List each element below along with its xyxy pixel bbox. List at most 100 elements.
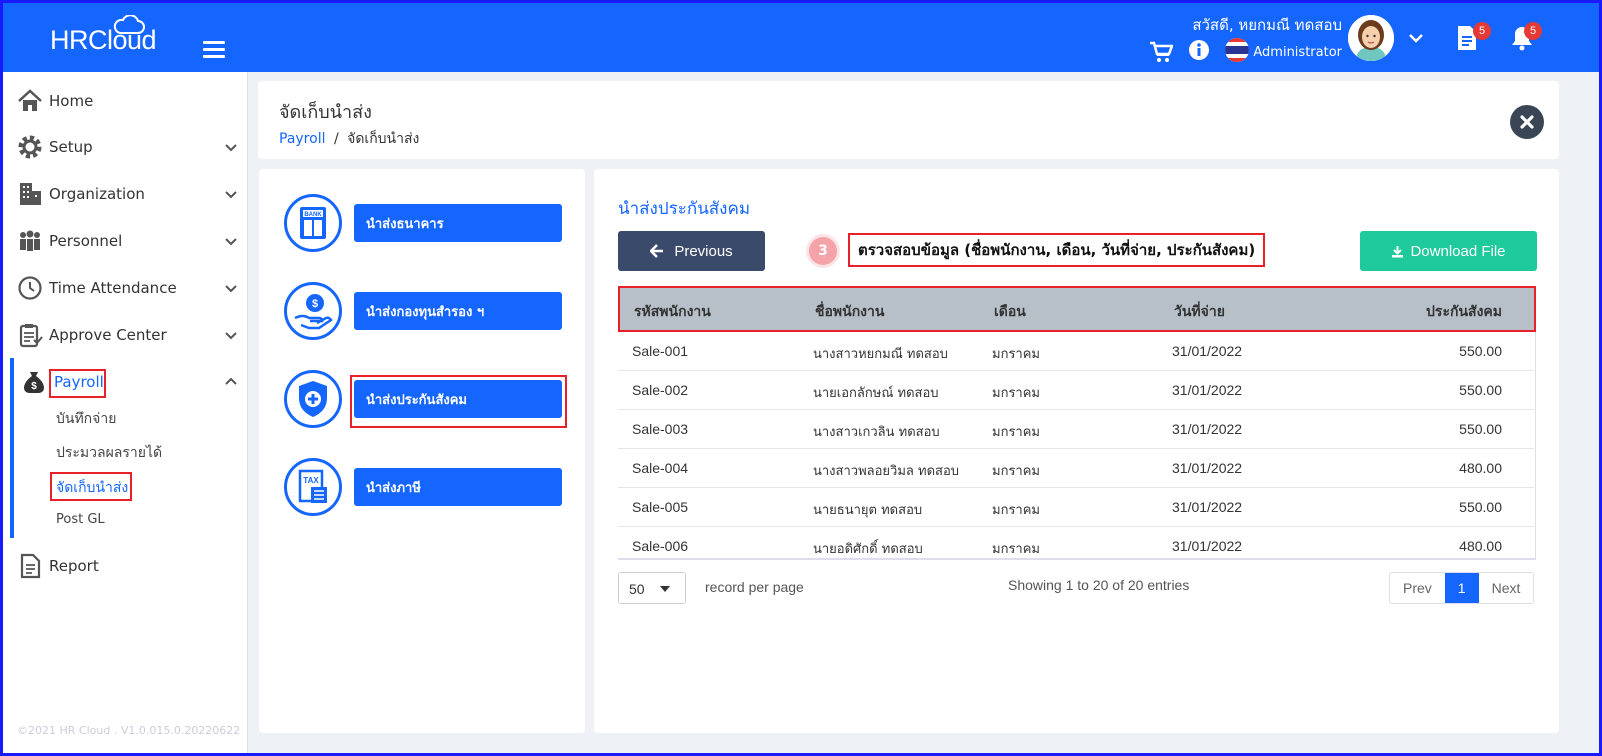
cell-month: มกราคม	[992, 464, 1040, 479]
user-role: Administrator	[1253, 45, 1342, 60]
clipboard-icon	[19, 324, 43, 348]
previous-button[interactable]: Previous	[618, 231, 765, 271]
cart-icon[interactable]	[1149, 41, 1173, 63]
horizontal-scrollbar[interactable]	[618, 558, 1536, 560]
column-header-pay-date[interactable]: วันที่จ่าย	[1174, 301, 1225, 323]
gear-icon	[18, 135, 42, 159]
svg-text:$: $	[31, 381, 37, 392]
sidebar-item-label: Approve Center	[49, 326, 167, 344]
hamburger-menu-icon[interactable]	[203, 41, 225, 59]
people-icon	[20, 230, 40, 251]
chevron-down-icon	[225, 191, 237, 199]
sidebar-item-payroll[interactable]: $ Payroll	[3, 362, 248, 402]
sidebar-item-organization[interactable]: Organization	[3, 174, 248, 214]
social-security-panel: นำส่งประกันสังคม Previous 3 ตรวจสอบข้อมู…	[594, 169, 1559, 733]
column-header-social-security[interactable]: ประกันสังคม	[1426, 301, 1502, 323]
cell-pay-date: 31/01/2022	[1172, 382, 1243, 398]
cell-employee-id: Sale-004	[632, 460, 689, 476]
cell-employee-name: นางสาวพลอยวิมล ทดสอบ	[813, 464, 960, 479]
breadcrumb: Payroll / จัดเก็บนำส่ง	[279, 128, 419, 150]
document-badge: 5	[1473, 22, 1491, 40]
cell-employee-id: Sale-005	[632, 499, 689, 515]
sidebar-item-home[interactable]: Home	[3, 81, 248, 121]
column-header-employee-id[interactable]: รหัสพนักงาน	[634, 301, 711, 323]
tax-submission-button[interactable]: นำส่งภาษี	[354, 468, 562, 506]
pager-next-button[interactable]: Next	[1479, 573, 1534, 603]
sidebar-item-report[interactable]: Report	[3, 546, 248, 586]
sidebar-item-label: Setup	[49, 138, 93, 156]
table-body[interactable]: Sale-001 นางสาวหยกมณี ทดสอบ มกราคม 31/01…	[618, 332, 1536, 559]
top-bar: HRCloud สวัสดี, หยกมณี ทดสอบ Administrat…	[3, 3, 1599, 72]
sidebar-item-time-attendance[interactable]: Time Attendance	[3, 268, 248, 308]
table-row: Sale-001 นางสาวหยกมณี ทดสอบ มกราคม 31/01…	[618, 332, 1534, 371]
step-instruction: ตรวจสอบข้อมูล (ชื่อพนักงาน, เดือน, วันที…	[848, 233, 1266, 267]
table-row: Sale-004 นางสาวพลอยวิมล ทดสอบ มกราคม 31/…	[618, 449, 1534, 488]
sidebar-subitem-post-gl[interactable]: Post GL	[56, 512, 105, 527]
bank-submission-button[interactable]: นำส่งธนาคาร	[354, 204, 562, 242]
table-row: Sale-002 นายเอกลักษณ์ ทดสอบ มกราคม 31/01…	[618, 371, 1534, 410]
svg-text:TAX: TAX	[303, 476, 319, 485]
cell-employee-id: Sale-001	[632, 343, 689, 359]
download-label: Download File	[1410, 242, 1506, 260]
sidebar-item-approve-center[interactable]: Approve Center	[3, 315, 248, 355]
breadcrumb-link-payroll[interactable]: Payroll	[279, 131, 325, 147]
chevron-down-icon	[225, 285, 237, 293]
bell-badge: 5	[1524, 22, 1542, 40]
cell-month: มกราคม	[992, 503, 1040, 518]
provident-fund-submission-button[interactable]: นำส่งกองทุนสำรอง ฯ	[354, 292, 562, 330]
table-row: Sale-003 นางสาวเกวลิน ทดสอบ มกราคม 31/01…	[618, 410, 1534, 449]
highlight-social-security	[350, 375, 567, 428]
menu-row-provident-fund[interactable]: $ นำส่งกองทุนสำรอง ฯ	[284, 282, 564, 342]
cell-month: มกราคม	[992, 425, 1040, 440]
column-header-employee-name[interactable]: ชื่อพนักงาน	[815, 301, 884, 323]
sidebar-item-label: Personnel	[49, 232, 123, 250]
chevron-down-icon	[225, 332, 237, 340]
home-icon	[18, 89, 42, 111]
user-avatar[interactable]	[1348, 15, 1394, 61]
close-icon	[1520, 115, 1534, 129]
cell-month: มกราคม	[992, 386, 1040, 401]
table-header: รหัสพนักงาน ชื่อพนักงาน เดือน วันที่จ่าย…	[618, 286, 1536, 332]
table-row: Sale-006 นายอดิศักดิ์ ทดสอบ มกราคม 31/01…	[618, 527, 1534, 559]
cell-amount: 550.00	[1459, 499, 1502, 515]
thai-flag-icon[interactable]	[1225, 38, 1249, 62]
table-row: Sale-005 นายธนายุต ทดสอบ มกราคม 31/01/20…	[618, 488, 1534, 527]
cell-pay-date: 31/01/2022	[1172, 421, 1243, 437]
sidebar-item-label: Home	[49, 92, 94, 110]
highlight-submission-storage	[50, 472, 132, 501]
cell-amount: 480.00	[1459, 460, 1502, 476]
app-logo[interactable]: HRCloud	[50, 25, 157, 56]
arrow-left-icon	[650, 244, 664, 258]
building-icon	[20, 183, 41, 205]
bank-icon: BANK	[284, 194, 342, 252]
sidebar-item-personnel[interactable]: Personnel	[3, 221, 248, 261]
highlight-payroll	[49, 369, 106, 398]
cell-pay-date: 31/01/2022	[1172, 460, 1243, 476]
cell-amount: 550.00	[1459, 421, 1502, 437]
sidebar-item-setup[interactable]: Setup	[3, 127, 248, 167]
pager-page-1[interactable]: 1	[1444, 573, 1479, 603]
pager-prev-button[interactable]: Prev	[1390, 573, 1445, 603]
sidebar-subitem-payment-record[interactable]: บันทึกจ่าย	[56, 408, 116, 430]
cell-month: มกราคม	[992, 347, 1040, 362]
chevron-down-icon	[225, 238, 237, 246]
caret-down-icon	[660, 586, 670, 592]
cell-employee-name: นายอดิศักดิ์ ทดสอบ	[813, 542, 923, 557]
column-header-month[interactable]: เดือน	[994, 301, 1026, 323]
previous-label: Previous	[674, 242, 733, 260]
sidebar-subitem-income-processing[interactable]: ประมวลผลรายได้	[56, 442, 162, 464]
per-page-select[interactable]: 50	[618, 572, 686, 604]
submission-menu-card: BANK นำส่งธนาคาร $ นำส่งกองทุนสำรอง ฯ นำ…	[259, 169, 585, 733]
chevron-down-icon[interactable]	[1409, 33, 1423, 43]
cell-employee-name: นางสาวเกวลิน ทดสอบ	[813, 425, 940, 440]
cell-amount: 550.00	[1459, 382, 1502, 398]
menu-row-bank[interactable]: BANK นำส่งธนาคาร	[284, 194, 564, 254]
tax-icon: TAX	[284, 458, 342, 516]
fund-hand-icon: $	[284, 282, 342, 340]
close-button[interactable]	[1510, 105, 1544, 139]
clock-icon	[18, 276, 42, 300]
info-icon[interactable]	[1188, 39, 1210, 61]
download-file-button[interactable]: Download File	[1360, 231, 1537, 271]
menu-row-tax[interactable]: TAX นำส่งภาษี	[284, 458, 564, 518]
cell-amount: 480.00	[1459, 538, 1502, 554]
